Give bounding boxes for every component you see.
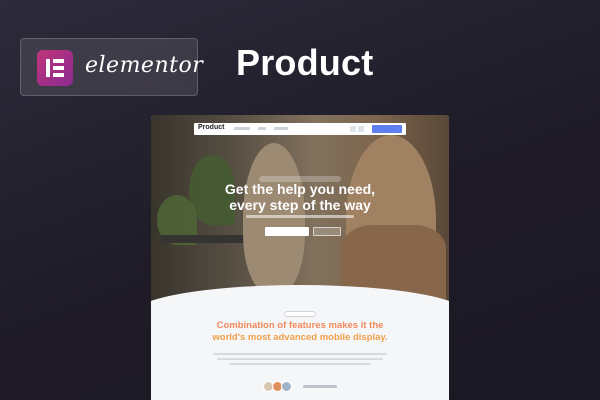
preview-nav-link [258,127,266,130]
features-link [303,385,337,388]
brand-name: elementor [85,53,204,78]
hero-secondary-button [313,227,341,236]
features-paragraph-line [229,363,371,365]
page-title: Product [236,42,374,83]
preview-navbar: Product [194,123,406,135]
features-headline: Combination of features makes it the wor… [212,320,388,343]
elementor-badge: elementor [20,38,203,96]
hero-image: Product Get the help you need, every ste… [151,115,449,305]
website-preview[interactable]: Product Get the help you need, every ste… [151,115,449,400]
features-eyebrow-pill [284,311,316,317]
preview-nav-icon [358,126,364,132]
preview-nav-icon [350,126,356,132]
hero-subtext [246,215,354,218]
hero-headline: Get the help you need, every step of the… [224,181,376,213]
preview-nav-brand: Product [198,124,225,131]
elementor-e-icon [37,50,73,86]
features-paragraph-line [213,353,387,355]
preview-nav-link [274,127,288,130]
preview-nav-link [234,127,250,130]
hero-primary-button [265,227,309,236]
avatar [281,381,292,392]
preview-nav-cta-button [372,125,402,133]
features-paragraph-line [217,358,383,360]
